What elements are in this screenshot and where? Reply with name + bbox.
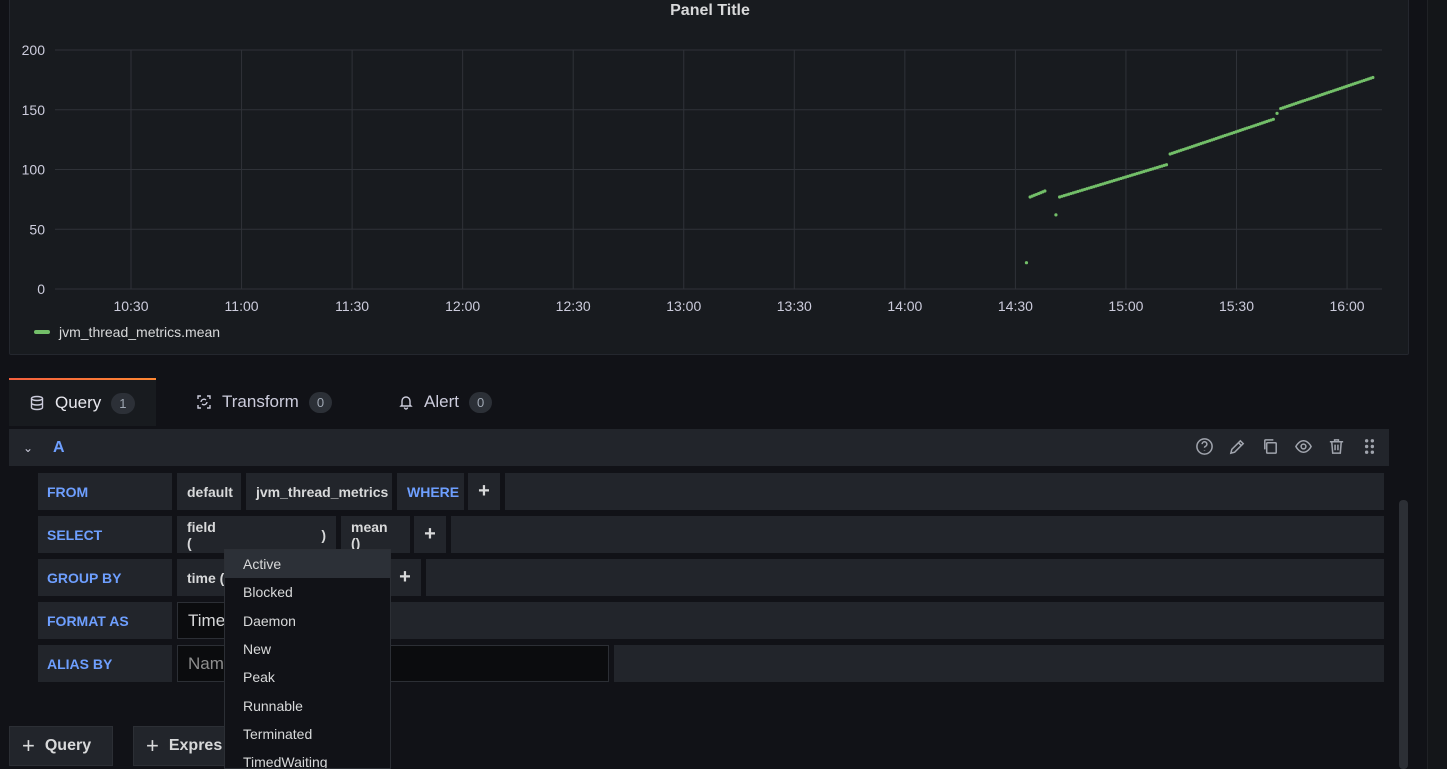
chevron-down-icon[interactable]: ⌄: [23, 441, 35, 455]
transform-icon: [197, 395, 211, 409]
format-row-filler: [390, 602, 1384, 639]
x-tick-label: 13:00: [666, 298, 701, 314]
y-tick-label: 50: [29, 221, 45, 237]
trash-icon[interactable]: [1327, 437, 1346, 456]
x-tick-label: 12:30: [556, 298, 591, 314]
y-tick-label: 100: [22, 162, 46, 178]
copy-icon[interactable]: [1261, 437, 1280, 456]
query-row-header[interactable]: ⌄ A: [9, 429, 1389, 466]
data-point: [1371, 75, 1375, 80]
x-tick-label: 13:30: [777, 298, 812, 314]
alias-by-label: ALIAS BY: [38, 645, 172, 682]
retention-policy-selector[interactable]: default: [177, 473, 241, 510]
tab-alert[interactable]: Alert 0: [378, 378, 518, 426]
dropdown-option[interactable]: TimedWaiting: [225, 748, 390, 768]
add-expression-label: Expres: [168, 737, 223, 754]
x-tick-label: 11:00: [225, 298, 259, 314]
x-tick-label: 15:30: [1219, 298, 1254, 314]
tab-query-label: Query: [55, 393, 102, 412]
dropdown-option[interactable]: Peak: [225, 663, 390, 691]
help-icon[interactable]: [1195, 437, 1214, 456]
where-keyword[interactable]: WHERE: [397, 473, 464, 510]
select-label: SELECT: [38, 516, 172, 553]
y-tick-label: 200: [22, 42, 46, 58]
field-input[interactable]: [219, 522, 314, 547]
dropdown-option[interactable]: Active: [225, 550, 390, 579]
bell-icon: [399, 396, 413, 410]
format-as-label: FORMAT AS: [38, 602, 172, 639]
select-row-filler: [451, 516, 1384, 553]
database-icon: [30, 395, 44, 411]
panel-title[interactable]: Panel Title: [10, 2, 1410, 20]
chart-canvas: 0 50 100 150 200 10:30 11:00 11:30 12:00 12:30 13:…: [22, 42, 1382, 314]
tab-transform-count: 0: [308, 391, 333, 413]
data-point: [1275, 111, 1279, 115]
x-tick-label: 16:00: [1330, 298, 1365, 314]
dropdown-option[interactable]: Terminated: [225, 720, 390, 748]
data-point: [1054, 213, 1058, 217]
x-tick-label: 15:00: [1108, 298, 1143, 314]
query-letter[interactable]: A: [53, 439, 65, 457]
x-tick-label: 14:00: [887, 298, 922, 314]
data-point: [1043, 189, 1047, 193]
legend-swatch: [34, 330, 50, 334]
add-where-button[interactable]: +: [468, 473, 500, 510]
right-scroll-strip: [1427, 0, 1447, 769]
dropdown-option[interactable]: Blocked: [225, 578, 390, 606]
dropdown-option[interactable]: New: [225, 635, 390, 663]
y-tick-label: 150: [22, 102, 46, 118]
tab-query[interactable]: Query 1: [9, 378, 156, 426]
from-row-filler: [505, 473, 1384, 510]
tab-transform-label: Transform: [222, 392, 299, 411]
plus-icon: +: [22, 733, 35, 758]
alias-row-filler: [614, 645, 1384, 682]
field-selector[interactable]: field ( ): [177, 516, 336, 553]
dropdown-option[interactable]: Daemon: [225, 607, 390, 635]
eye-icon[interactable]: [1294, 437, 1313, 456]
add-query-button[interactable]: + Query: [9, 726, 113, 766]
editor-scrollbar[interactable]: [1399, 500, 1408, 769]
data-point: [1024, 261, 1029, 265]
drag-icon[interactable]: [1360, 437, 1379, 456]
plus-icon: +: [146, 733, 159, 758]
x-tick-label: 11:30: [335, 298, 369, 314]
from-label: FROM: [38, 473, 172, 510]
group-by-row-filler: [426, 559, 1384, 596]
tab-alert-label: Alert: [424, 392, 459, 411]
tab-alert-count: 0: [468, 391, 493, 413]
tab-transform[interactable]: Transform 0: [176, 378, 356, 426]
data-point: [1164, 163, 1169, 167]
measurement-selector[interactable]: jvm_thread_metrics: [246, 473, 392, 510]
field-prefix: field (: [187, 518, 216, 551]
field-suffix: ): [321, 526, 326, 543]
x-tick-label: 12:00: [445, 298, 480, 314]
data-point: [1271, 117, 1275, 121]
y-tick-label: 0: [37, 281, 45, 297]
x-tick-label: 10:30: [113, 298, 148, 314]
dropdown-option[interactable]: Runnable: [225, 691, 390, 719]
graph-panel: 0 50 100 150 200 10:30 11:00 11:30 12:00 12:30 13:…: [9, 0, 1409, 355]
legend-item[interactable]: jvm_thread_metrics.mean: [34, 324, 220, 340]
legend-label: jvm_thread_metrics.mean: [59, 324, 221, 340]
x-tick-label: 14:30: [998, 298, 1033, 314]
group-by-label: GROUP BY: [38, 559, 172, 596]
pencil-icon[interactable]: [1228, 437, 1247, 456]
tab-query-count: 1: [111, 392, 135, 414]
add-select-button[interactable]: +: [414, 516, 446, 553]
field-dropdown[interactable]: Active Blocked Daemon New Peak Runnable …: [224, 549, 391, 769]
add-group-by-button[interactable]: +: [389, 559, 421, 596]
mean-function[interactable]: mean (): [341, 516, 410, 553]
add-query-label: Query: [44, 737, 92, 754]
